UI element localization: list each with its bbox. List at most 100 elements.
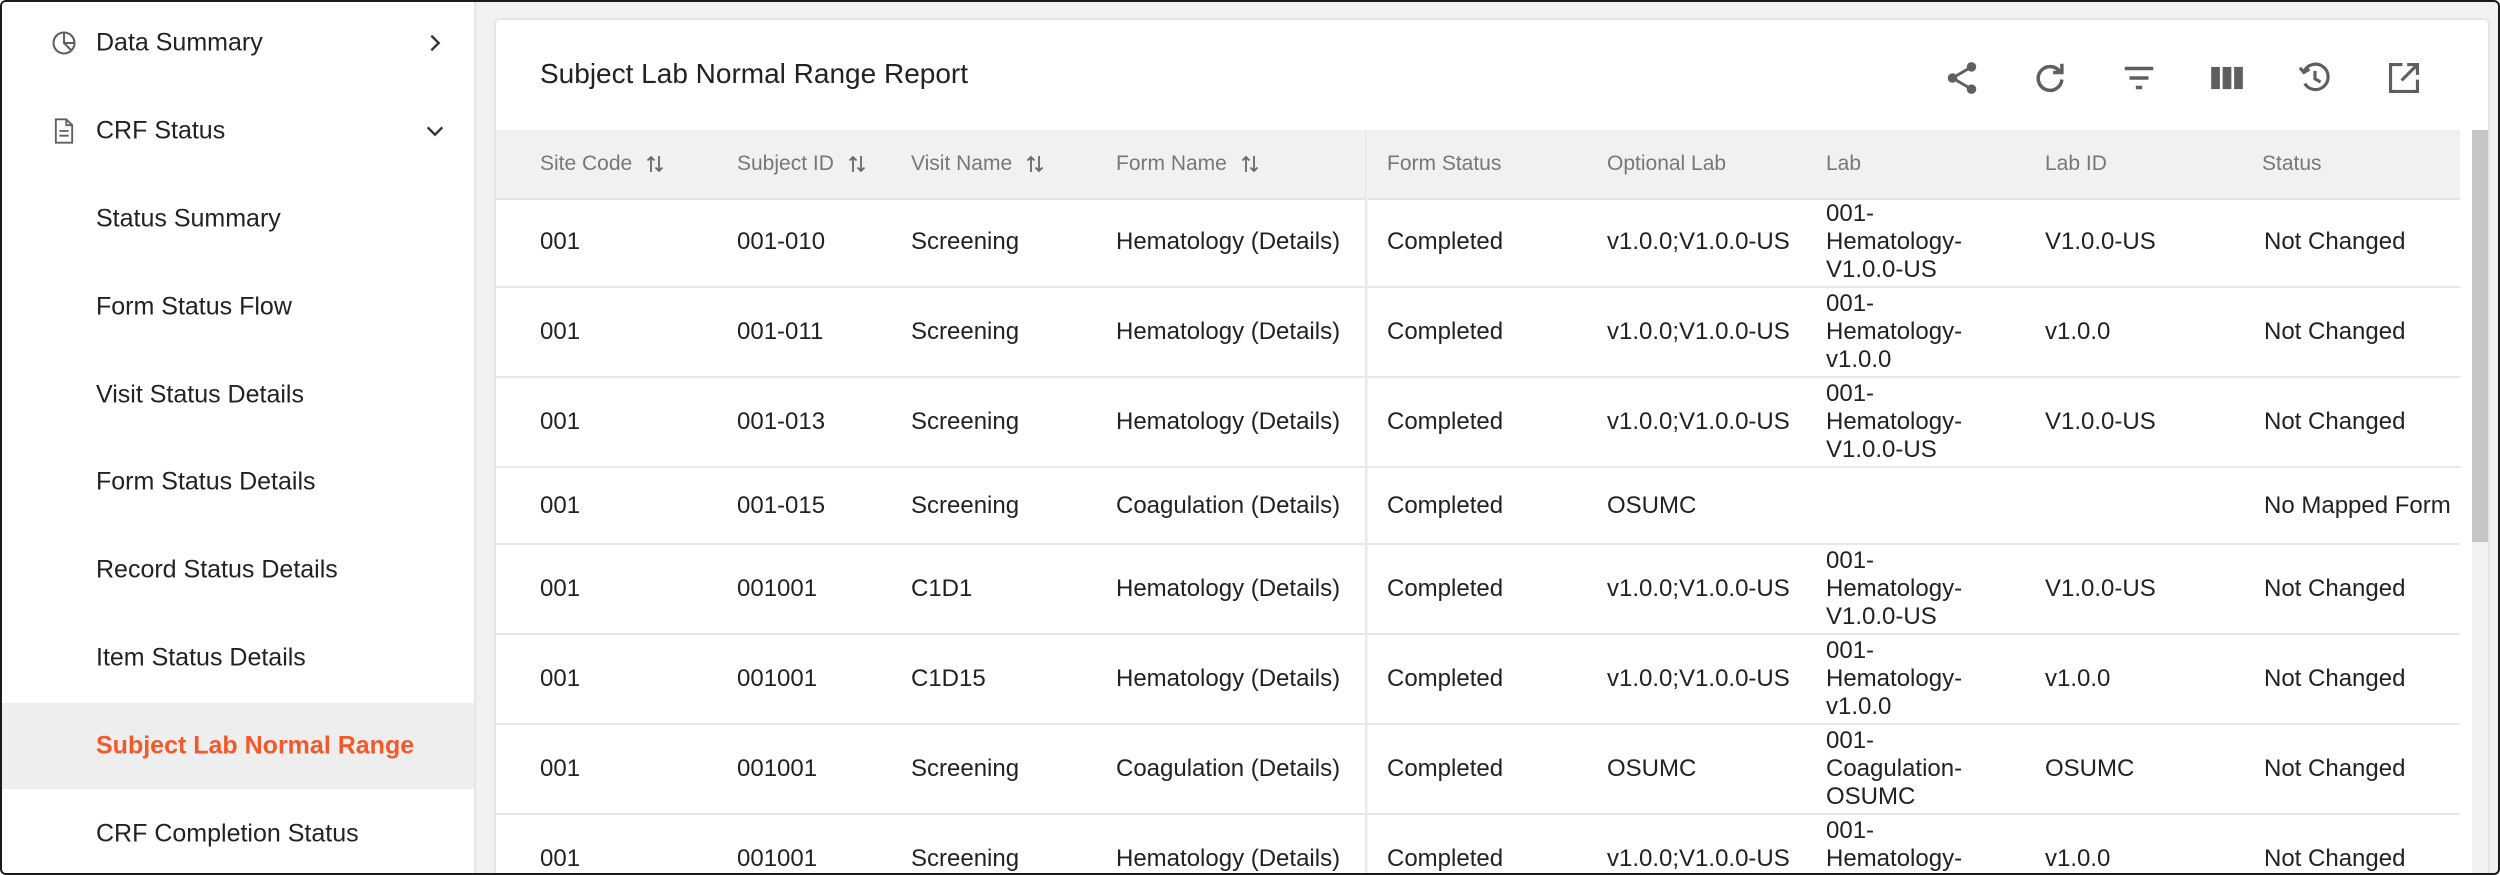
refresh-icon [2036,63,2064,93]
sidebar-item-label: Form Status Details [96,467,316,496]
open-external-icon [2388,62,2420,94]
sidebar-item-item-status-details[interactable]: Item Status Details [2,615,474,701]
cell-visit-name: Screening [911,755,1020,782]
cell-site-code: 001 [540,575,581,602]
cell-status: Not Changed [2264,665,2406,692]
cell-optional-lab: OSUMC [1607,491,1697,519]
sidebar-item-form-status-flow[interactable]: Form Status Flow [2,264,474,350]
cell-visit-name: Screening [911,845,1020,872]
report-title: Subject Lab Normal Range Report [540,58,969,89]
sidebar-item-record-status-details[interactable]: Record Status Details [2,527,474,613]
report-panel: Subject Lab Normal Range Report Site Cod… [496,20,2488,873]
column-header-label: Lab ID [2045,152,2107,175]
sidebar-item-crf-completion-status[interactable]: CRF Completion Status [2,791,474,873]
cell-site-code: 001 [540,318,581,345]
column-header-visit-name[interactable]: Visit Name [911,130,1044,198]
table-row[interactable]: 001 001001 C1D15 Hematology (Details) Comple… [496,635,2460,725]
cell-lab-id: v1.0.0 [2045,665,2111,692]
scrollbar-thumb[interactable] [2472,130,2488,542]
sidebar-item-data-summary[interactable]: Data Summary [2,2,474,86]
column-header-optional-lab[interactable]: Optional Lab [1607,130,1726,198]
filter-icon [2124,66,2154,90]
cell-optional-lab: v1.0.0;V1.0.0-US [1607,318,1790,345]
column-header-lab[interactable]: Lab [1826,130,1861,198]
sort-icon[interactable] [848,154,866,174]
cell-status: Not Changed [2264,845,2406,872]
cell-lab-id: v1.0.0 [2045,318,2111,345]
cell-lab: 001-Hematology-V1.0.0-US [1826,380,1963,463]
cell-form-name: Coagulation (Details) [1116,755,1341,782]
cell-status: Not Changed [2264,318,2406,345]
column-header-status[interactable]: Status [2262,130,2322,198]
cell-visit-name: C1D1 [911,575,973,602]
sidebar-item-label: Visit Status Details [96,380,304,409]
cell-optional-lab: v1.0.0;V1.0.0-US [1607,575,1790,602]
cell-status: Not Changed [2264,408,2406,435]
cell-site-code: 001 [540,845,581,872]
table-row[interactable]: 001 001001 Screening Coagulation (Details) C… [496,725,2460,815]
cell-visit-name: Screening [911,491,1020,519]
sort-icon[interactable] [1026,154,1044,174]
table-row[interactable]: 001 001001 Screening Hematology (Details) Co… [496,815,2460,873]
column-header-label: Status [2262,152,2322,175]
sort-icon[interactable] [1241,154,1259,174]
cell-form-name: Coagulation (Details) [1116,491,1341,519]
column-header-lab-id[interactable]: Lab ID [2045,130,2107,198]
cell-form-status: Completed [1387,408,1504,435]
open-external-button[interactable] [2382,56,2426,100]
refresh-button[interactable] [2028,56,2072,100]
column-header-label: Form Name [1116,152,1227,175]
cell-lab: 001-Hematology-V1.0.0-US [1826,200,1963,283]
cell-form-status: Completed [1387,575,1504,602]
sidebar-item-subject-lab-normal-range[interactable]: Subject Lab Normal Range [2,703,474,789]
column-header-form-name[interactable]: Form Name [1116,130,1259,198]
table-row[interactable]: 001 001-013 Screening Hematology (Details) C… [496,378,2460,468]
cell-lab-id: V1.0.0-US [2045,408,2156,435]
cell-site-code: 001 [540,408,581,435]
sidebar-item-label: CRF Status [96,116,226,145]
cell-form-name: Hematology (Details) [1116,318,1341,345]
cell-form-status: Completed [1387,845,1504,872]
cell-visit-name: C1D15 [911,665,986,692]
sidebar-item-label: Data Summary [96,28,263,57]
cell-lab: 001-Hematology-v1.0.0 [1826,637,1963,720]
cell-form-name: Hematology (Details) [1116,228,1341,255]
chevron-right-icon[interactable] [424,32,446,54]
sidebar-item-visit-status-details[interactable]: Visit Status Details [2,352,474,438]
column-header-site-code[interactable]: Site Code [540,130,664,198]
pie-chart-icon [52,31,76,55]
table-row[interactable]: 001 001001 C1D1 Hematology (Details) Complet… [496,545,2460,635]
history-button[interactable] [2293,56,2337,100]
share-button[interactable] [1940,56,1984,100]
cell-status: No Mapped Form [2264,491,2451,519]
cell-site-code: 001 [540,491,581,519]
sidebar-item-status-summary[interactable]: Status Summary [2,176,474,262]
table-row[interactable]: 001 001-010 Screening Hematology (Details) C… [496,198,2460,288]
column-header-form-status[interactable]: Form Status [1387,130,1501,198]
sidebar-item-label: Status Summary [96,204,281,233]
cell-form-name: Hematology (Details) [1116,665,1341,692]
sidebar-item-label: Form Status Flow [96,292,292,321]
cell-lab-id: V1.0.0-US [2045,575,2156,602]
cell-form-name: Hematology (Details) [1116,845,1341,872]
sidebar-item-crf-status[interactable]: CRF Status [2,88,474,174]
chevron-down-icon[interactable] [424,120,446,142]
vertical-scrollbar[interactable] [2472,130,2488,873]
filter-button[interactable] [2117,56,2161,100]
cell-site-code: 001 [540,755,581,782]
cell-status: Not Changed [2264,755,2406,782]
cell-subject-id: 001-010 [737,228,826,255]
sidebar-item-label: Record Status Details [96,555,338,584]
sidebar-item-label: CRF Completion Status [96,819,359,848]
sidebar-item-form-status-details[interactable]: Form Status Details [2,439,474,525]
cell-visit-name: Screening [911,318,1020,345]
columns-button[interactable] [2205,56,2249,100]
table-row[interactable]: 001 001-011 Screening Hematology (Details) C… [496,288,2460,378]
table-row[interactable]: 001 001-015 Screening Coagulation (Details)… [496,468,2460,545]
sort-icon[interactable] [646,154,664,174]
cell-subject-id: 001-013 [737,408,826,435]
column-header-label: Site Code [540,152,633,175]
cell-optional-lab: v1.0.0;V1.0.0-US [1607,665,1790,692]
column-header-subject-id[interactable]: Subject ID [737,130,866,198]
cell-visit-name: Screening [911,228,1020,255]
